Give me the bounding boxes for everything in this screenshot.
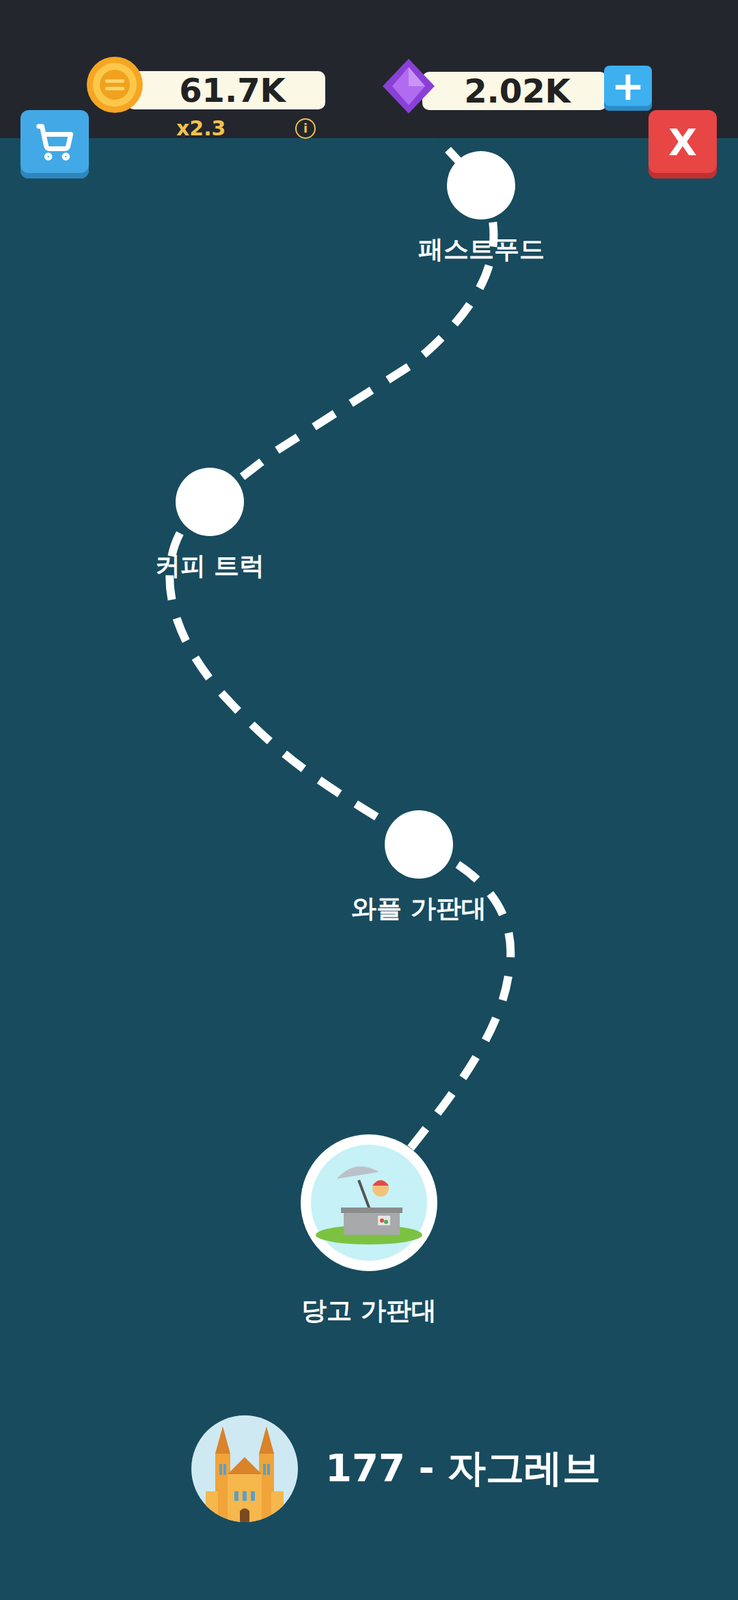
stage-map: 패스트푸드커피 트럭와플 가판대당고 가판대 bbox=[0, 138, 738, 1388]
current-stage-node[interactable] bbox=[300, 1133, 438, 1271]
gem-icon bbox=[379, 57, 438, 115]
gem-amount: 2.02K bbox=[422, 71, 607, 111]
info-icon[interactable]: i bbox=[295, 118, 316, 139]
stage-node bbox=[384, 809, 454, 879]
city-badge bbox=[191, 1414, 298, 1522]
coin-amount: 61.7K bbox=[127, 71, 326, 110]
cart-icon bbox=[35, 123, 74, 162]
stage-node bbox=[446, 151, 516, 220]
stage-label: 패스트푸드 bbox=[418, 232, 545, 267]
coin-multiplier: x2.3 bbox=[176, 116, 227, 141]
cathedral-icon bbox=[200, 1425, 290, 1522]
coin-counter: 61.7K x2.3 i bbox=[86, 56, 326, 141]
shop-button[interactable] bbox=[20, 110, 89, 179]
stage-map-screen: 61.7Kx2.3i2.02K+X패스트푸드커피 트럭와플 가판대당고 가판대1… bbox=[0, 0, 738, 1599]
add-gems-button[interactable]: + bbox=[604, 65, 652, 111]
dango-stand-icon bbox=[310, 1143, 428, 1261]
coin-icon bbox=[86, 56, 144, 114]
stage-label: 당고 가판대 bbox=[301, 1292, 437, 1328]
stage-node bbox=[175, 467, 244, 536]
city-footer: 177 - 자그레브 bbox=[0, 1387, 738, 1549]
stage-label: 커피 트럭 bbox=[155, 548, 266, 583]
stage-label: 와플 가판대 bbox=[351, 891, 487, 926]
city-title: 177 - 자그레브 bbox=[325, 1441, 601, 1494]
close-button[interactable]: X bbox=[648, 110, 717, 179]
gem-counter: 2.02K+ bbox=[379, 56, 652, 115]
top-bar: 61.7K x2.3 i 2.02K+ bbox=[0, 0, 738, 139]
